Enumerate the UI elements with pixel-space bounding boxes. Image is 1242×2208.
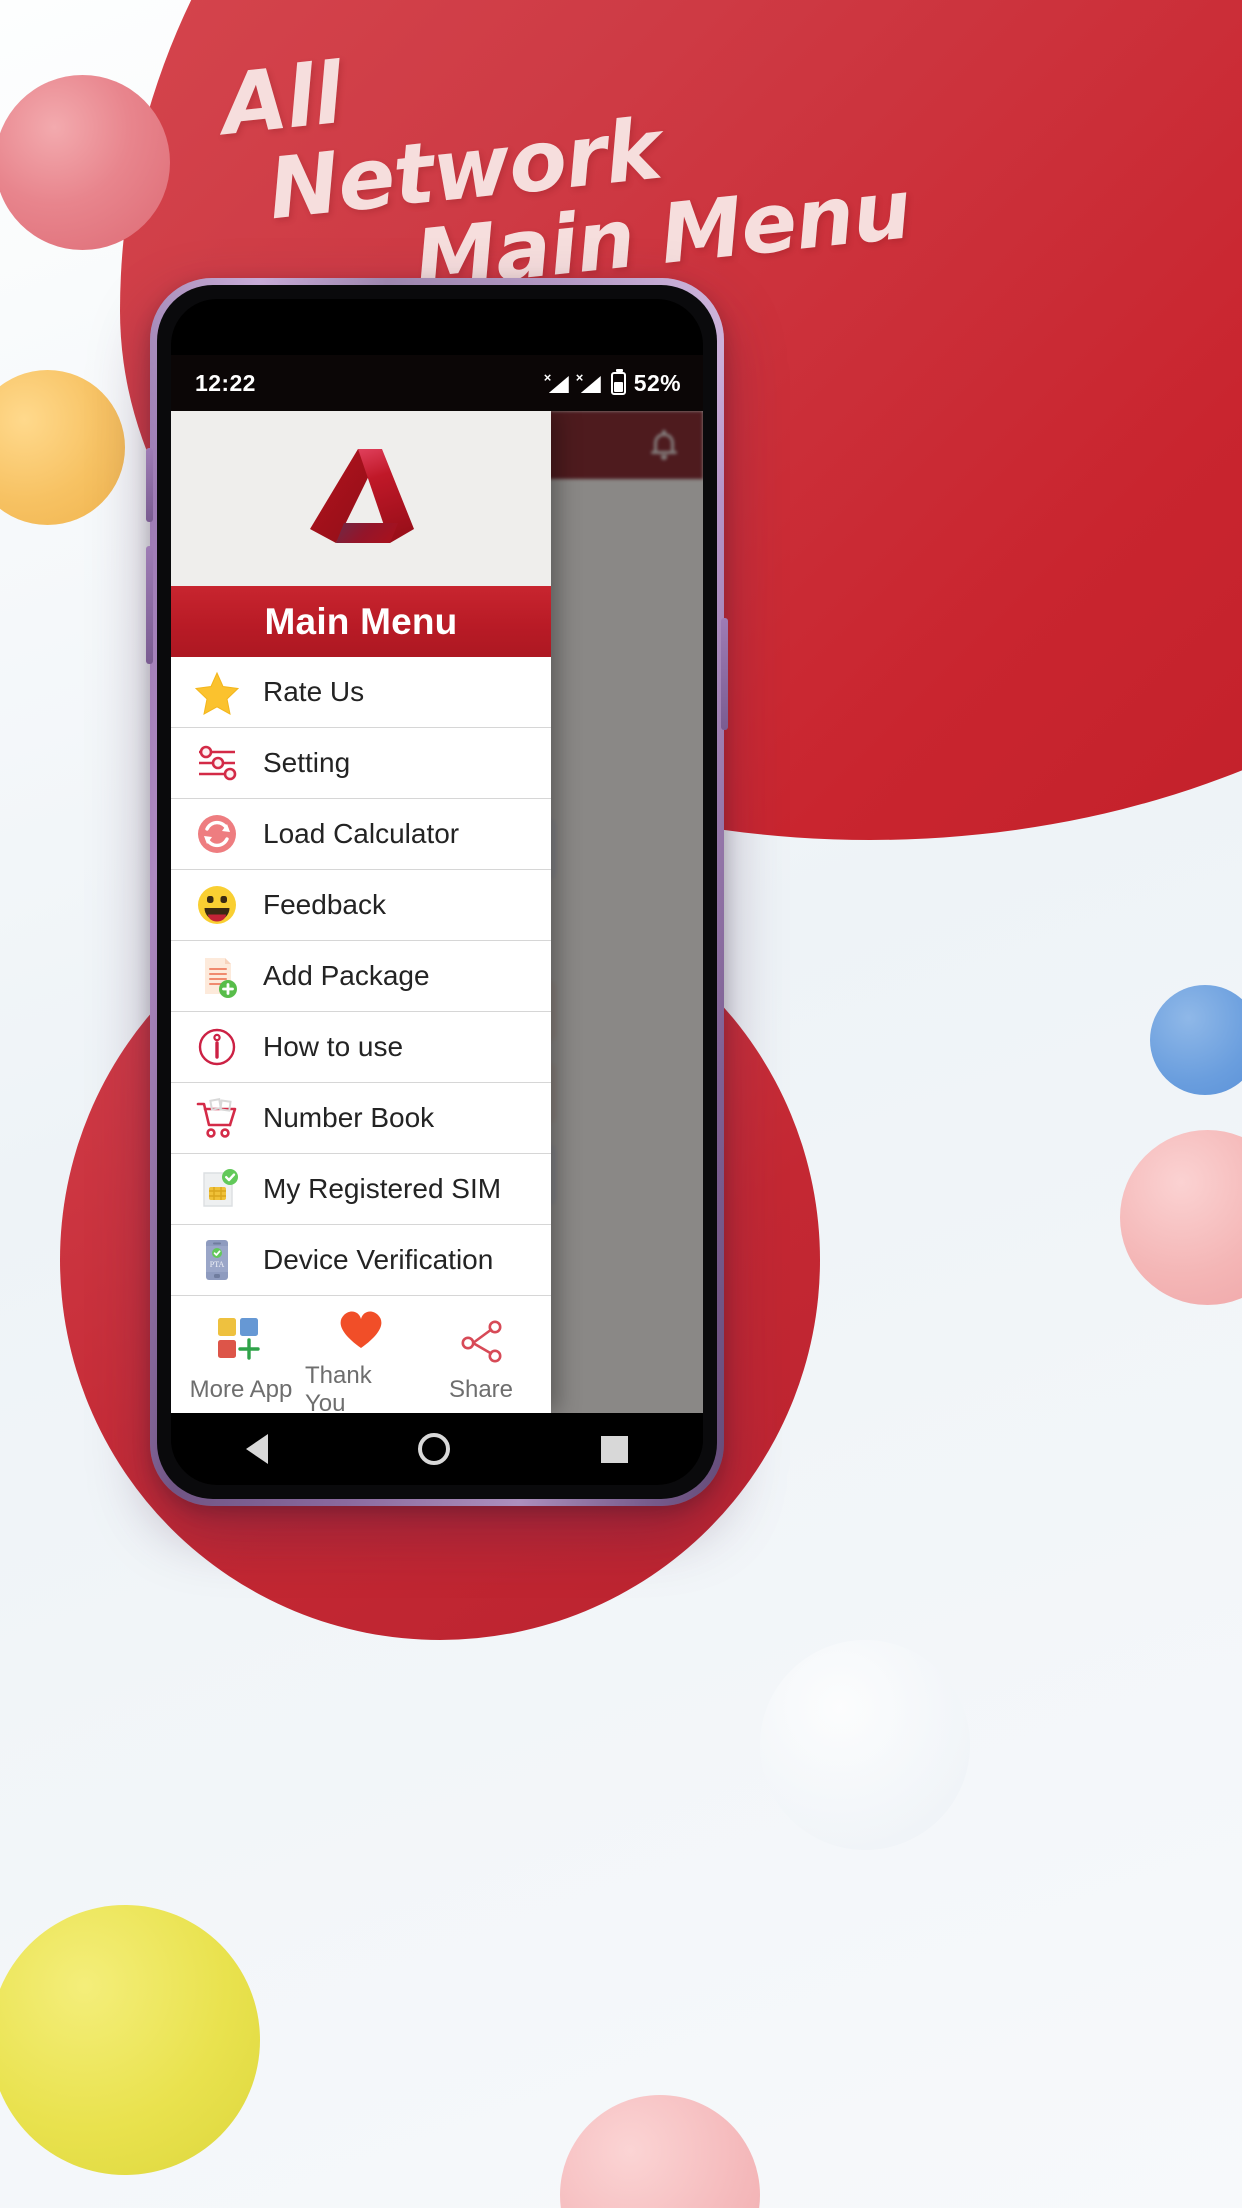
menu-item-number-book[interactable]: Number Book (171, 1083, 551, 1154)
phone-screen: 12:22 × × 52% ges (171, 299, 703, 1485)
navigation-drawer: Main Menu Rate Us Setting Load Calculato… (171, 411, 551, 1413)
battery-icon (610, 368, 626, 395)
phone-bezel: 12:22 × × 52% ges (157, 285, 717, 1499)
app-viewport: 12:22 × × 52% ges (171, 355, 703, 1413)
back-triangle-icon[interactable] (246, 1434, 269, 1464)
menu-item-label: Rate Us (263, 676, 365, 707)
decorative-circle-yellow (0, 1905, 260, 2175)
heart-icon (334, 1302, 388, 1352)
action-label: Thank You (305, 1361, 372, 1414)
drawer-menu-list: Rate Us Setting Load Calculator Feedback… (171, 657, 551, 1296)
sim-card-check-icon (193, 1165, 241, 1213)
status-bar: 12:22 × × 52% (171, 355, 703, 411)
menu-item-how-to-use[interactable]: How to use (171, 1012, 551, 1083)
drawer-action-row: More App Thank You Share (171, 1296, 551, 1413)
action-share[interactable]: Share (425, 1316, 537, 1404)
svg-text:PTA: PTA (210, 1260, 225, 1269)
phone-power-button[interactable] (721, 618, 728, 730)
decorative-circle-white (760, 1640, 970, 1850)
battery-percent: 52% (633, 369, 681, 396)
smiley-face-icon (193, 881, 241, 929)
sliders-icon (193, 739, 241, 787)
status-bar-icons: × × 52% (544, 368, 681, 397)
info-circle-icon (193, 1023, 241, 1071)
shopping-cart-icon (193, 1094, 241, 1142)
action-label: More App (189, 1375, 293, 1403)
recents-square-icon[interactable] (600, 1435, 628, 1463)
app-grid-plus-icon (214, 1316, 268, 1366)
menu-item-device-verification[interactable]: PTA Device Verification (171, 1225, 551, 1296)
menu-item-my-registered-sim[interactable]: My Registered SIM (171, 1154, 551, 1225)
phone-mockup: 12:22 × × 52% ges (146, 278, 728, 1506)
app-logo-a-ribbon-icon (310, 448, 414, 543)
menu-item-feedback[interactable]: Feedback (171, 870, 551, 941)
menu-item-label: Setting (263, 747, 351, 778)
menu-item-label: Add Package (263, 960, 430, 991)
status-bar-time: 12:22 (195, 369, 256, 396)
share-nodes-icon (454, 1316, 508, 1366)
decorative-circle-pink-top-left (0, 75, 170, 250)
menu-item-label: How to use (263, 1031, 404, 1062)
phone-volume-down-button[interactable] (146, 546, 153, 664)
action-thank-you[interactable]: Thank You (305, 1302, 417, 1414)
menu-item-setting[interactable]: Setting (171, 728, 551, 799)
menu-item-load-calculator[interactable]: Load Calculator (171, 799, 551, 870)
menu-item-rate-us[interactable]: Rate Us (171, 657, 551, 728)
document-plus-icon (193, 952, 241, 1000)
drawer-logo-header (171, 411, 551, 586)
menu-item-label: My Registered SIM (263, 1173, 502, 1204)
sim2-signal-icon: × (576, 370, 603, 393)
menu-item-add-package[interactable]: Add Package (171, 941, 551, 1012)
action-more-app[interactable]: More App (185, 1316, 297, 1404)
refresh-circle-icon (193, 810, 241, 858)
phone-pta-check-icon: PTA (193, 1236, 241, 1284)
home-circle-icon[interactable] (418, 1433, 451, 1465)
phone-volume-up-button[interactable] (146, 448, 153, 522)
star-icon (193, 668, 241, 716)
menu-item-label: Number Book (263, 1102, 435, 1133)
drawer-title: Main Menu (171, 586, 551, 657)
menu-item-label: Device Verification (263, 1244, 494, 1275)
sim1-signal-icon: × (544, 370, 571, 393)
android-navigation-bar (171, 1413, 703, 1485)
menu-item-label: Load Calculator (263, 818, 460, 849)
action-label: Share (448, 1375, 514, 1403)
menu-item-label: Feedback (263, 889, 386, 920)
